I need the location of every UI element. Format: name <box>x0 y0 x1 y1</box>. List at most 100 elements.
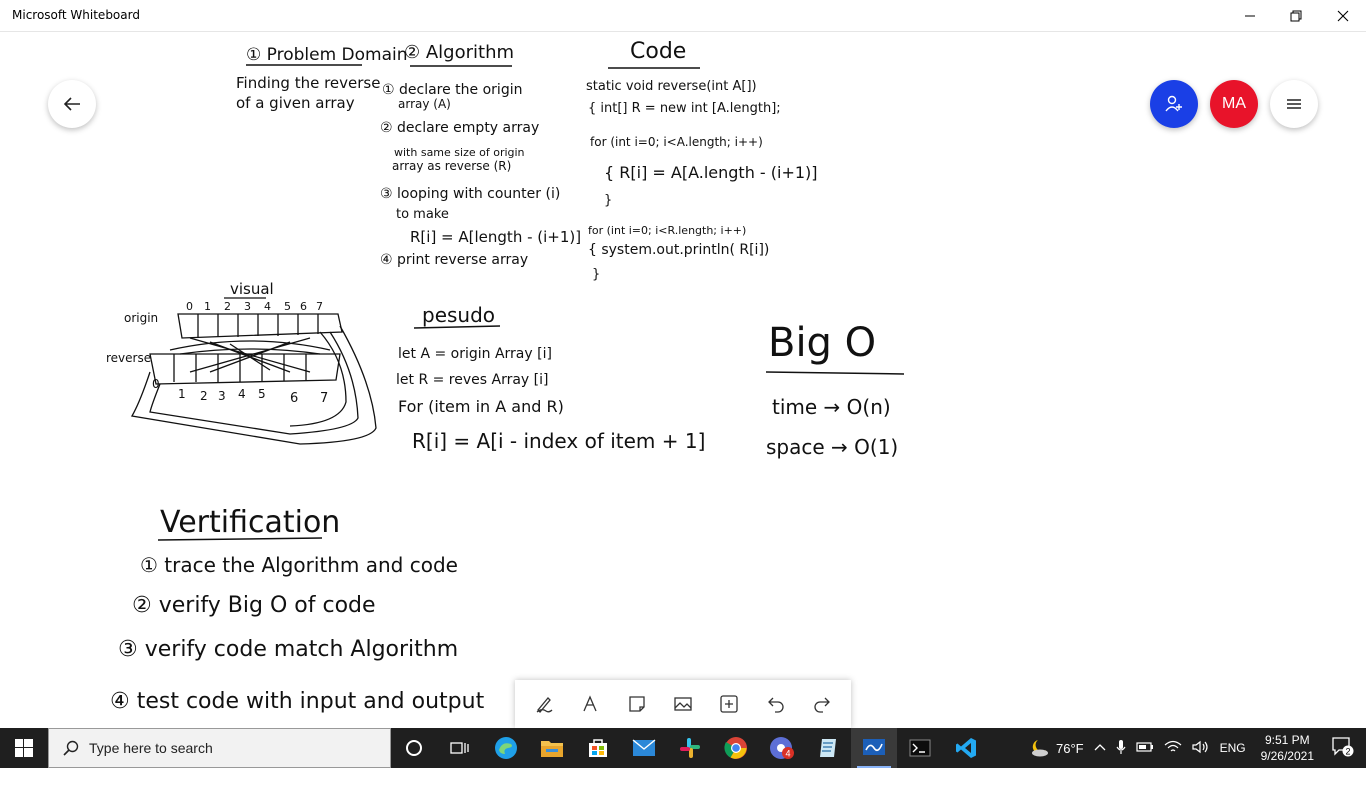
add-tool-button[interactable] <box>711 686 747 722</box>
algorithm-line: R[i] = A[length - (i+1)] <box>410 228 581 246</box>
moon-cloud-icon <box>1031 740 1048 757</box>
taskbar-mail[interactable] <box>621 728 667 768</box>
pseudo-section: pesudo let A = origin Array [i] let R = … <box>396 303 705 453</box>
undo-icon <box>767 697 784 713</box>
profile-avatar[interactable]: MA <box>1210 80 1258 128</box>
top-index: 7 <box>316 300 323 313</box>
whiteboard-canvas[interactable]: ① Problem Domain Finding the reverse of … <box>0 32 1366 728</box>
verification-section: Vertification ① trace the Algorithm and … <box>110 505 485 714</box>
code-line: static void reverse(int A[]) <box>586 79 757 94</box>
code-line: for (int i=0; i<R.length; i++) <box>588 224 746 237</box>
start-button[interactable] <box>0 728 48 768</box>
image-icon <box>674 697 692 711</box>
mail-icon <box>632 739 656 756</box>
chrome-profile-icon: 4 <box>770 737 794 759</box>
windows-logo-icon <box>15 739 33 757</box>
add-person-icon <box>1165 95 1182 112</box>
redo-icon <box>814 697 830 713</box>
close-button[interactable] <box>1320 0 1366 32</box>
edge-icon <box>495 737 517 759</box>
notification-center-button[interactable]: 2 <box>1324 736 1366 760</box>
note-tool-button[interactable] <box>619 686 655 722</box>
verification-item: ④ test code with input and output <box>110 689 485 714</box>
reverse-label: reverse <box>106 351 151 365</box>
sticky-note-icon <box>629 696 645 712</box>
algorithm-line: with same size of origin <box>394 146 525 159</box>
taskbar-chrome-profile[interactable]: 4 <box>759 728 805 768</box>
pen-icon <box>536 697 553 713</box>
algorithm-line: ④ print reverse array <box>380 252 528 268</box>
code-line: { R[i] = A[A.length - (i+1)] <box>604 163 818 182</box>
task-view-button[interactable] <box>437 728 483 768</box>
text-tool-button[interactable] <box>572 686 608 722</box>
bottom-index: 6 <box>290 391 298 406</box>
battery-indicator[interactable] <box>1131 741 1159 756</box>
taskbar-clock[interactable]: 9:51 PM 9/26/2021 <box>1251 732 1324 764</box>
top-index: 6 <box>300 300 307 313</box>
visual-section: visual origin reverse 0 1 2 3 4 5 6 7 0 … <box>106 280 377 445</box>
taskbar-terminal[interactable] <box>897 728 943 768</box>
taskbar-slack[interactable] <box>667 728 713 768</box>
taskbar-vscode[interactable] <box>943 728 989 768</box>
top-index: 1 <box>204 300 211 313</box>
microphone-icon <box>1116 739 1126 754</box>
bottom-index: 5 <box>258 387 266 401</box>
menu-button[interactable] <box>1270 80 1318 128</box>
battery-icon <box>1135 741 1153 752</box>
image-tool-button[interactable] <box>665 686 701 722</box>
verification-title: Vertification <box>160 505 340 540</box>
big-o-title: Big O <box>768 320 876 366</box>
undo-button[interactable] <box>758 686 794 722</box>
taskbar-chrome[interactable] <box>713 728 759 768</box>
terminal-icon <box>909 739 931 757</box>
whiteboard-window: Microsoft Whiteboard ① Problem Domain Fi… <box>0 0 1366 790</box>
notes-icon <box>820 739 836 757</box>
back-button[interactable] <box>48 80 96 128</box>
top-index: 3 <box>244 300 251 313</box>
input-language[interactable]: ENG <box>1215 741 1251 755</box>
volume-indicator[interactable] <box>1187 740 1215 757</box>
algorithm-line: ② declare empty array <box>380 120 539 136</box>
algorithm-title: ② Algorithm <box>404 42 514 63</box>
vscode-icon <box>956 738 976 758</box>
notification-icon: 2 <box>1332 736 1354 756</box>
algorithm-section: ② Algorithm ① declare the origin array (… <box>380 42 581 268</box>
weather-widget[interactable]: 76°F <box>1023 738 1089 758</box>
cortana-button[interactable] <box>391 728 437 768</box>
code-line: } <box>604 193 612 208</box>
code-section: Code static void reverse(int A[]) { int[… <box>586 39 818 282</box>
minimize-icon <box>1245 15 1255 17</box>
show-hidden-icons[interactable] <box>1089 741 1111 755</box>
algorithm-line: ① declare the origin <box>382 82 522 98</box>
algorithm-line: to make <box>396 207 449 222</box>
microphone-indicator[interactable] <box>1111 739 1131 758</box>
taskbar-notes[interactable] <box>805 728 851 768</box>
taskbar-search[interactable]: Type here to search <box>48 728 391 768</box>
redo-button[interactable] <box>804 686 840 722</box>
big-o-space: space → O(1) <box>766 435 898 459</box>
minimize-button[interactable] <box>1227 0 1273 32</box>
notification-count: 2 <box>1345 746 1350 756</box>
whiteboard-icon <box>863 739 885 755</box>
drawing-toolbar <box>515 680 851 728</box>
wifi-indicator[interactable] <box>1159 740 1187 757</box>
clock-time: 9:51 PM <box>1264 733 1310 747</box>
taskbar-whiteboard[interactable] <box>851 728 897 768</box>
hamburger-icon <box>1287 99 1301 109</box>
problem-domain-line: of a given array <box>236 94 355 112</box>
task-view-icon <box>450 742 469 754</box>
verification-item: ① trace the Algorithm and code <box>140 553 458 577</box>
taskbar-file-explorer[interactable] <box>529 728 575 768</box>
taskbar-store[interactable] <box>575 728 621 768</box>
algorithm-line: array (A) <box>398 97 451 111</box>
restore-button[interactable] <box>1273 0 1319 32</box>
invite-button[interactable] <box>1150 80 1198 128</box>
code-line: { int[] R = new int [A.length]; <box>588 101 781 116</box>
taskbar-edge[interactable] <box>483 728 529 768</box>
weather-temp: 76°F <box>1055 740 1084 756</box>
taskbar: Type here to search 4 76°F ENG 9:51 PM 9… <box>0 728 1366 768</box>
system-tray: 76°F ENG 9:51 PM 9/26/2021 2 <box>1023 728 1366 768</box>
search-icon <box>63 740 79 756</box>
top-index: 0 <box>186 300 193 313</box>
pen-tool-button[interactable] <box>526 686 562 722</box>
